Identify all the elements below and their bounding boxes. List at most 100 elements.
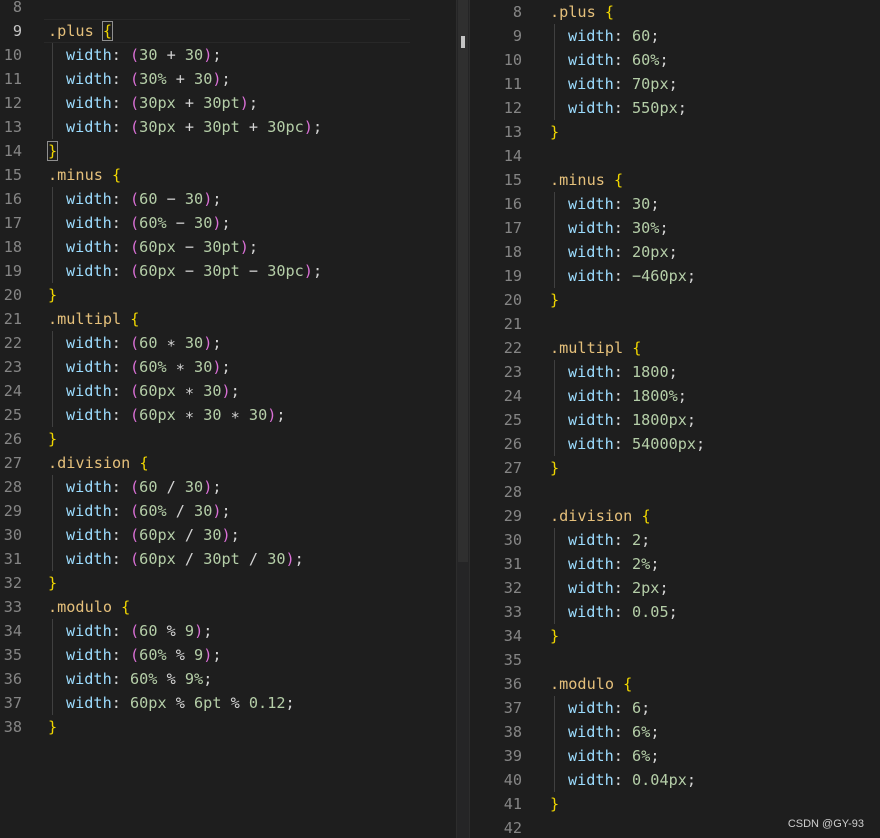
code-line[interactable]: 41} <box>470 792 880 816</box>
right-editor-pane[interactable]: 8 .plus {9 width: 60; 10 width: 60%; 11 width:… <box>470 0 880 838</box>
code-line[interactable]: 27 .division { <box>0 451 456 475</box>
code-line[interactable]: 9 .plus { <box>0 19 456 43</box>
code-line[interactable]: 19 width: (60px − 30pt − 30pc); <box>0 259 456 283</box>
token-prop: width <box>568 771 614 789</box>
code-line[interactable]: 39 width: 6%; <box>470 744 880 768</box>
code-line[interactable]: 36 .modulo { <box>470 672 880 696</box>
line-number: 30 <box>503 531 522 549</box>
code-line[interactable]: 13} <box>470 120 880 144</box>
code-line[interactable]: 13 width: (30px + 30pt + 30pc); <box>0 115 456 139</box>
code-line[interactable]: 24 width: (60px ∗ 30); <box>0 379 456 403</box>
code-line[interactable]: 36 width: 60% % 9%; <box>0 667 456 691</box>
token-n: 30pt <box>203 550 240 568</box>
code-line[interactable]: 21 <box>470 312 880 336</box>
code-line[interactable]: 20} <box>470 288 880 312</box>
code-text: width: 1800%; <box>568 384 687 408</box>
code-line[interactable]: 38 width: 6%; <box>470 720 880 744</box>
token-punc: : <box>111 550 131 568</box>
code-line[interactable]: 16 width: 30; <box>470 192 880 216</box>
code-line[interactable]: 21 .multipl { <box>0 307 456 331</box>
code-text: width: (60px ∗ 30); <box>66 379 240 403</box>
code-line[interactable]: 34} <box>470 624 880 648</box>
code-line[interactable]: 24 width: 1800%; <box>470 384 880 408</box>
code-line[interactable]: 22 .multipl { <box>470 336 880 360</box>
left-editor-pane[interactable]: 8 9 .plus {10 width: (30 + 30); 11 width: (30… <box>0 0 456 838</box>
token-n: 9 <box>194 646 204 664</box>
token-n: 60px <box>139 238 176 256</box>
indent-guide <box>52 43 53 139</box>
code-line[interactable]: 10 width: 60%; <box>470 48 880 72</box>
code-line[interactable]: 22 width: (60 ∗ 30); <box>0 331 456 355</box>
token-prop: width <box>568 699 614 717</box>
code-line[interactable]: 29 .division { <box>470 504 880 528</box>
code-line[interactable]: 15 .minus { <box>0 163 456 187</box>
code-line[interactable]: 28 <box>470 480 880 504</box>
code-line[interactable]: 14 <box>470 144 880 168</box>
token-punc: ; <box>677 387 687 405</box>
code-line[interactable]: 28 width: (60 / 30); <box>0 475 456 499</box>
code-text: width: 0.04px; <box>568 768 696 792</box>
code-line[interactable]: 31 width: (60px / 30pt / 30); <box>0 547 456 571</box>
token-punc: ; <box>212 478 222 496</box>
code-line[interactable]: 18 width: 20px; <box>470 240 880 264</box>
code-line[interactable]: 34 width: (60 % 9); <box>0 619 456 643</box>
code-text: } <box>48 427 57 451</box>
code-line[interactable]: 16 width: (60 − 30); <box>0 187 456 211</box>
code-line[interactable]: 8 <box>0 0 456 19</box>
token-prop: width <box>66 502 112 520</box>
code-line[interactable]: 35 <box>470 648 880 672</box>
code-line[interactable]: 32} <box>0 571 456 595</box>
code-line[interactable]: 40 width: 0.04px; <box>470 768 880 792</box>
code-line[interactable]: 10 width: (30 + 30); <box>0 43 456 67</box>
code-line[interactable]: 25 width: 1800px; <box>470 408 880 432</box>
code-line[interactable]: 12 width: (30px + 30pt); <box>0 91 456 115</box>
code-line[interactable]: 38} <box>0 715 456 739</box>
code-line[interactable]: 35 width: (60% % 9); <box>0 643 456 667</box>
code-line[interactable]: 27} <box>470 456 880 480</box>
code-line[interactable]: 11 width: (30% + 30); <box>0 67 456 91</box>
code-line[interactable]: 9 width: 60; <box>470 24 880 48</box>
token-paren: ) <box>285 550 295 568</box>
token-sel: .division <box>48 454 140 472</box>
code-line[interactable]: 12 width: 550px; <box>470 96 880 120</box>
code-line[interactable]: 37 width: 60px % 6pt % 0.12; <box>0 691 456 715</box>
code-line[interactable]: 14} <box>0 139 456 163</box>
code-line[interactable]: 8 .plus { <box>470 0 880 24</box>
code-text: width: 54000px; <box>568 432 705 456</box>
code-line[interactable]: 19 width: −460px; <box>470 264 880 288</box>
token-n: 60 <box>139 478 158 496</box>
code-line[interactable]: 31 width: 2%; <box>470 552 880 576</box>
left-scrollbar-track[interactable] <box>458 0 468 562</box>
token-n: 60% <box>130 670 158 688</box>
code-line[interactable]: 33 .modulo { <box>0 595 456 619</box>
token-br: } <box>48 430 58 448</box>
code-line[interactable]: 33 width: 0.05; <box>470 600 880 624</box>
token-n: 30px <box>139 118 176 136</box>
code-line[interactable]: 23 width: 1800; <box>470 360 880 384</box>
code-line[interactable]: 30 width: (60px / 30); <box>0 523 456 547</box>
line-number: 18 <box>503 243 522 261</box>
token-n: 30 <box>184 190 204 208</box>
code-line[interactable]: 17 width: (60% − 30); <box>0 211 456 235</box>
code-line[interactable]: 26} <box>0 427 456 451</box>
code-line[interactable]: 18 width: (60px − 30pt); <box>0 235 456 259</box>
line-number: 19 <box>3 262 22 280</box>
code-line[interactable]: 15 .minus { <box>470 168 880 192</box>
code-line[interactable]: 29 width: (60% / 30); <box>0 499 456 523</box>
code-line[interactable]: 20} <box>0 283 456 307</box>
token-punc: : <box>111 622 131 640</box>
line-number: 33 <box>503 603 522 621</box>
line-number: 20 <box>503 291 522 309</box>
code-line[interactable]: 30 width: 2; <box>470 528 880 552</box>
code-line[interactable]: 17 width: 30%; <box>470 216 880 240</box>
code-text: width: −460px; <box>568 264 696 288</box>
code-line[interactable]: 26 width: 54000px; <box>470 432 880 456</box>
code-line[interactable]: 25 width: (60px ∗ 30 ∗ 30); <box>0 403 456 427</box>
code-line[interactable]: 11 width: 70px; <box>470 72 880 96</box>
code-line[interactable]: 32 width: 2px; <box>470 576 880 600</box>
token-n: 60% <box>139 358 167 376</box>
code-line[interactable]: 37 width: 6; <box>470 696 880 720</box>
code-line[interactable]: 23 width: (60% ∗ 30); <box>0 355 456 379</box>
left-scrollbar-thumb[interactable] <box>461 36 465 48</box>
line-number: 31 <box>3 550 22 568</box>
